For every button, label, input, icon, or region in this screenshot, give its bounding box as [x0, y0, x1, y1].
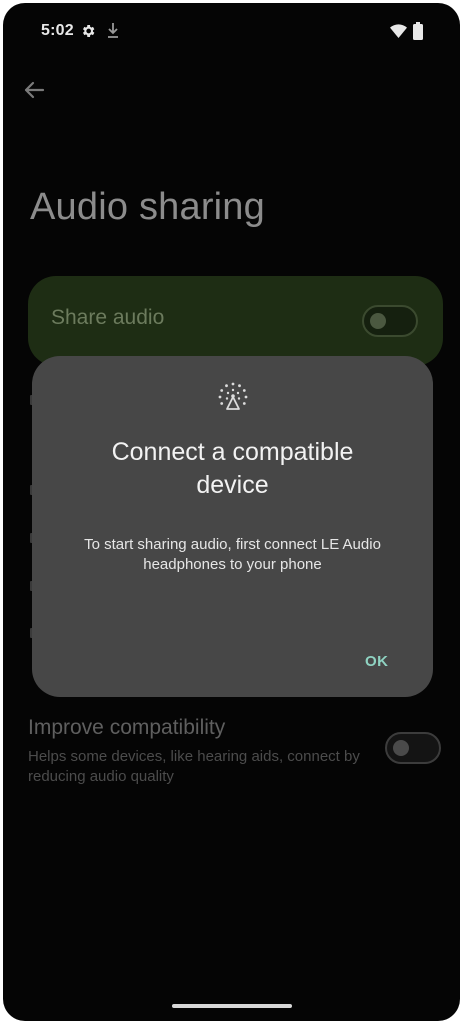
broadcast-icon: [218, 382, 248, 410]
share-audio-toggle[interactable]: [362, 305, 418, 337]
dialog-body: To start sharing audio, first connect LE…: [84, 536, 381, 573]
wifi-icon: [390, 24, 407, 38]
toggle-thumb: [370, 313, 386, 329]
battery-icon: [413, 22, 423, 40]
back-arrow-icon[interactable]: [21, 77, 47, 103]
improve-compatibility-description: Helps some devices, like hearing aids, c…: [28, 748, 360, 785]
share-audio-label: Share audio: [51, 306, 165, 329]
status-bar: 5:02: [3, 3, 460, 59]
share-audio-card[interactable]: Share audio: [28, 276, 443, 366]
settings-icon: [83, 25, 95, 37]
improve-compatibility-toggle[interactable]: [385, 732, 441, 764]
toggle-thumb: [393, 740, 409, 756]
connect-device-dialog: Connect a compatible device To start sha…: [32, 356, 433, 697]
improve-compatibility-title: Improve compatibility: [28, 716, 226, 739]
page-title: Audio sharing: [30, 186, 265, 228]
phone-screen: 5:02 Audio sharing Share audio Improve c…: [3, 3, 460, 1021]
download-icon: [108, 23, 118, 38]
home-indicator[interactable]: [172, 1004, 292, 1008]
dialog-title: Connect a compatible device: [111, 438, 354, 499]
ok-button[interactable]: OK: [365, 653, 389, 670]
status-time: 5:02: [41, 22, 74, 39]
